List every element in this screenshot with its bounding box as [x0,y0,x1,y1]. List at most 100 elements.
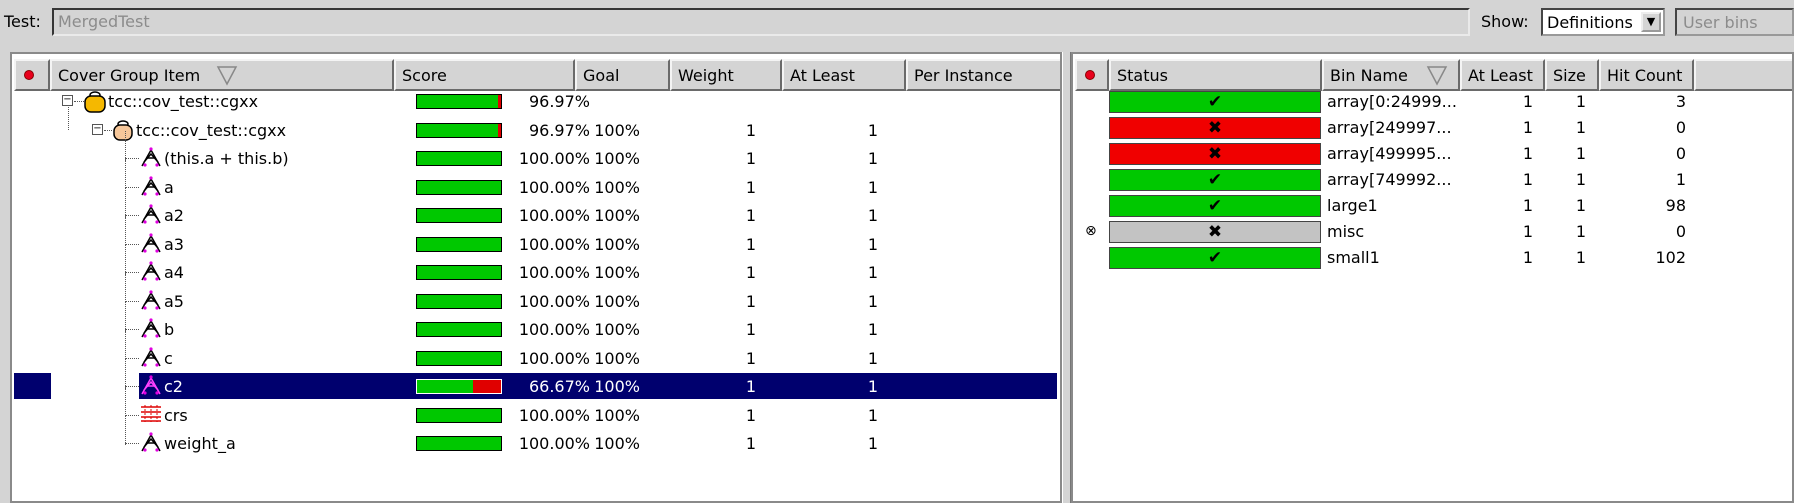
tree-row[interactable]: a5 100.00% 100% 1 1 [12,273,1060,315]
bin-name: large1 [1327,196,1378,215]
goal-value: 100% [594,234,640,254]
tree-row[interactable]: a4 100.00% 100% 1 1 [12,245,1060,285]
weight-value: 1 [745,291,756,311]
coverpoint-icon [140,346,162,372]
coverpoint-icon [140,232,162,258]
column-header-indicator[interactable] [1075,59,1109,91]
weight-value: 1 [745,177,756,197]
score-bar [416,179,502,195]
at-least-value: 1 [1522,248,1533,267]
at-least-value: 1 [1522,196,1533,215]
goal-value: 100% [594,177,640,197]
at-least-value: 1 [867,434,878,453]
bin-name: array[0:24999... [1327,92,1457,111]
bin-row[interactable]: ✔ array[749992... 1 1 1 [1073,168,1792,194]
column-header-indicator[interactable] [14,59,50,91]
tree-row[interactable]: (this.a + this.b) 100.00% 100% 1 1 [12,131,1060,172]
tree-row[interactable]: b 100.00% 100% 1 1 [12,302,1060,342]
goal-value: 100% [594,263,640,282]
score-bar [416,350,502,366]
coverpoint-icon [140,289,162,315]
pane-splitter[interactable] [1062,52,1071,503]
item-name: b [164,320,175,339]
check-icon: ✔ [1207,92,1223,112]
score-bar [416,265,502,280]
size-value: 1 [1575,222,1586,241]
bin-row[interactable]: ⊗ ✖ misc 1 1 0 [1073,220,1792,246]
coverpoint-icon [140,374,162,400]
collapse-icon[interactable]: − [92,123,103,135]
tree-row[interactable]: crs 100.00% 100% 1 1 [12,387,1060,428]
collapse-icon[interactable]: − [62,95,73,106]
at-least-value: 1 [1522,92,1533,111]
column-header-at-least[interactable]: At Least [782,59,906,91]
x-icon: ✖ [1207,144,1223,164]
at-least-value: 1 [867,120,878,140]
column-header-at-least[interactable]: At Least [1460,59,1545,91]
bin-row[interactable]: ✖ array[249997... 1 1 0 [1073,116,1792,142]
column-label: Size [1553,66,1586,85]
tree-row[interactable]: c2 66.67% 100% 1 1 [12,359,1060,400]
column-header-weight[interactable]: Weight [670,59,782,91]
column-header-size[interactable]: Size [1545,59,1599,91]
item-name: weight_a [164,434,236,453]
column-label: Status [1117,66,1168,85]
tree-row[interactable]: weight_a 100.00% 100% 1 1 [12,416,1060,456]
score-bar [416,151,502,166]
bin-row[interactable]: ✔ large1 1 1 98 [1073,194,1792,220]
item-name: a3 [164,234,184,254]
column-header-hit-count[interactable]: Hit Count [1599,59,1694,91]
column-label: Hit Count [1607,66,1683,85]
column-label: At Least [790,66,855,85]
tree-row[interactable]: − tcc::cov_test::cgxx 96.97% [12,88,1060,114]
column-header-goal[interactable]: Goal [575,59,670,91]
size-value: 1 [1575,196,1586,215]
check-icon: ✔ [1207,248,1223,268]
dropdown-arrow-icon[interactable]: ▼ [1641,12,1661,32]
tree-row[interactable]: a2 100.00% 100% 1 1 [12,188,1060,228]
at-least-value: 1 [1522,144,1533,163]
coverpoint-icon [140,146,162,172]
tree-row[interactable]: a 100.00% 100% 1 1 [12,159,1060,200]
hit-count-value: 1 [1675,170,1686,189]
status-indicator: ✔ [1109,195,1321,217]
at-least-value: 1 [867,405,878,425]
column-header-status[interactable]: Status [1109,59,1322,91]
tree-row[interactable]: − tcc::cov_test::cgxx 96.97% 100% 1 1 [12,106,1060,146]
show-select-value: Definitions [1547,13,1633,32]
tree-row[interactable]: c 100.00% 100% 1 1 [12,330,1060,372]
column-header-filler [1694,59,1792,91]
test-input[interactable]: MergedTest [52,8,1470,36]
column-header-cover-group-item[interactable]: Cover Group Item [50,59,394,91]
show-select[interactable]: Definitions ▼ [1541,8,1665,36]
goal-value: 100% [594,348,640,368]
selection-marker [14,373,51,399]
x-icon: ✖ [1207,118,1223,138]
at-least-value: 1 [867,177,878,197]
item-name: a4 [164,263,184,282]
bin-row[interactable]: ✖ array[499995... 1 1 0 [1073,142,1792,168]
hit-count-value: 102 [1655,248,1686,267]
covergroup-instance-icon [112,118,134,146]
sort-icon [1426,66,1448,86]
tree-row[interactable]: a3 100.00% 100% 1 1 [12,216,1060,258]
bin-name: array[749992... [1327,170,1452,189]
hit-count-value: 98 [1665,196,1686,215]
column-label: Bin Name [1330,66,1408,85]
weight-value: 1 [745,405,756,425]
bin-name: array[499995... [1327,144,1452,163]
weight-value: 1 [745,206,756,225]
item-name: a [164,177,174,197]
score-bar [416,379,502,394]
goal-value: 100% [594,206,640,225]
bin-row[interactable]: ✔ array[0:24999... 1 1 3 [1073,90,1792,116]
user-bins-input[interactable]: User bins [1675,8,1794,36]
column-header-score[interactable]: Score [394,59,575,91]
column-header-bin-name[interactable]: Bin Name [1322,59,1460,91]
cross-icon [140,403,162,427]
red-dot-icon [24,70,34,80]
column-header-per-instance[interactable]: Per Instance [906,59,1060,91]
bin-row[interactable]: ✔ small1 1 1 102 [1073,246,1792,272]
covergroup-type-icon [84,89,106,117]
at-least-value: 1 [867,149,878,168]
